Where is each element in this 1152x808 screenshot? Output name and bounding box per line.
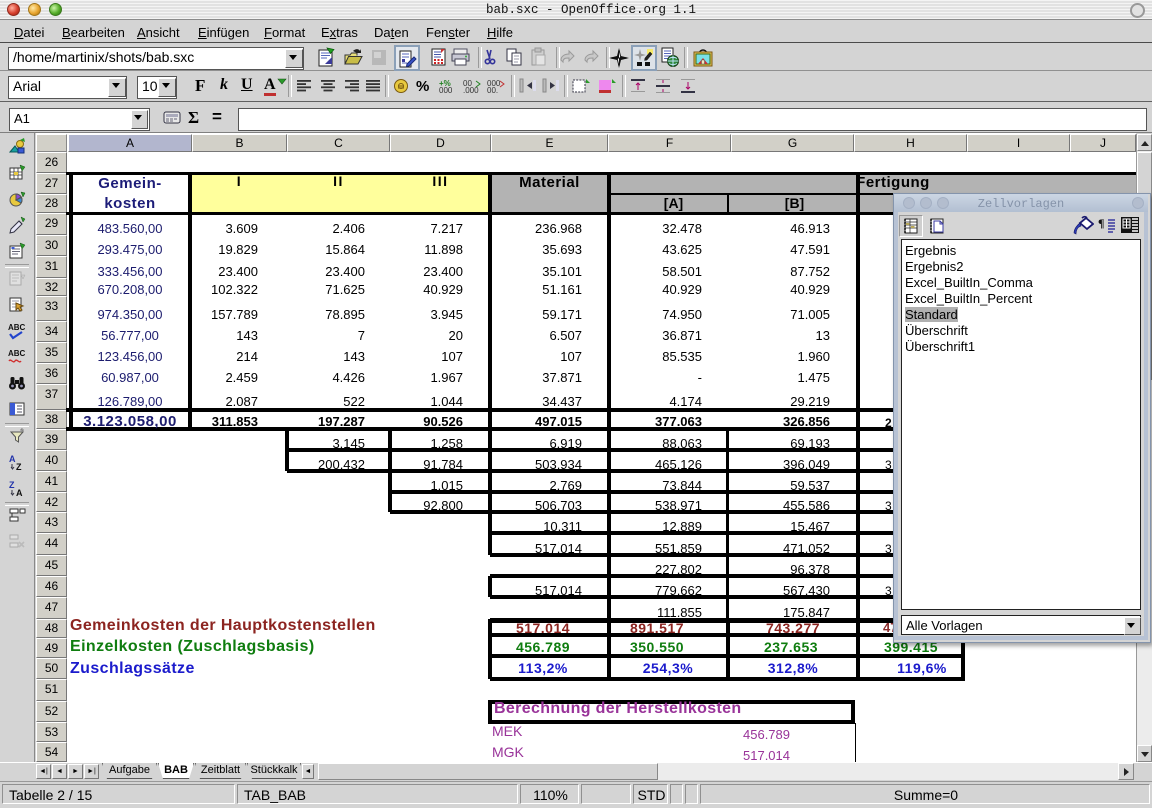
svg-text:A: A <box>9 454 16 464</box>
svg-text:ABC: ABC <box>8 323 26 332</box>
svg-text:ABC: ABC <box>8 349 26 358</box>
svg-text:A: A <box>16 488 23 497</box>
svg-text:000: 000 <box>439 86 453 95</box>
svg-text:¶: ¶ <box>1098 216 1104 230</box>
svg-text:00.: 00. <box>487 86 498 95</box>
svg-text:Z: Z <box>9 480 15 490</box>
svg-text:Z: Z <box>16 462 22 471</box>
svg-text:.000: .000 <box>463 86 479 95</box>
